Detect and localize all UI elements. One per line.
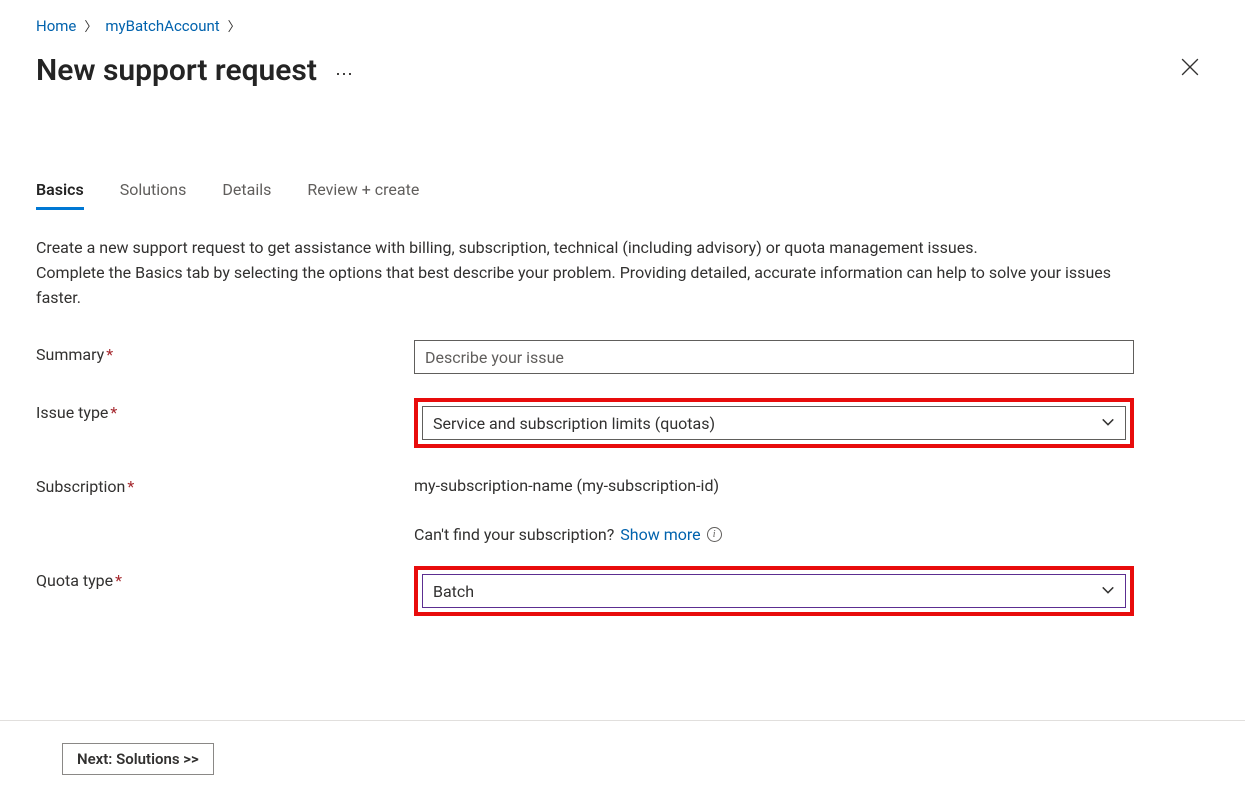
- issue-type-highlight: Service and subscription limits (quotas): [414, 398, 1134, 448]
- issue-type-label-text: Issue type: [36, 403, 108, 422]
- required-asterisk: *: [125, 477, 134, 496]
- subscription-value: my-subscription-name (my-subscription-id…: [414, 472, 1134, 495]
- intro-line2: Complete the Basics tab by selecting the…: [36, 263, 1111, 307]
- issue-type-value: Service and subscription limits (quotas): [433, 414, 715, 433]
- footer: Next: Solutions >>: [0, 720, 1245, 797]
- info-icon[interactable]: i: [707, 527, 722, 542]
- quota-type-highlight: Batch: [414, 566, 1134, 616]
- required-asterisk: *: [104, 345, 113, 364]
- page-title: New support request: [36, 53, 317, 88]
- quota-type-label-text: Quota type: [36, 571, 113, 590]
- intro-line1: Create a new support request to get assi…: [36, 238, 978, 257]
- subscription-hint-text: Can't find your subscription?: [414, 525, 614, 544]
- issue-type-label: Issue type*: [36, 398, 414, 422]
- required-asterisk: *: [113, 571, 122, 590]
- subscription-label-text: Subscription: [36, 477, 125, 496]
- summary-input[interactable]: [414, 340, 1134, 374]
- chevron-right-icon: 〉: [84, 16, 97, 35]
- intro-text: Create a new support request to get assi…: [36, 236, 1136, 310]
- show-more-link[interactable]: Show more: [620, 525, 700, 544]
- chevron-down-icon: [1101, 582, 1115, 601]
- quota-type-value: Batch: [433, 582, 474, 601]
- chevron-down-icon: [1101, 414, 1115, 433]
- quota-type-select[interactable]: Batch: [422, 574, 1126, 608]
- more-actions-icon[interactable]: ⋯: [335, 64, 355, 87]
- next-button[interactable]: Next: Solutions >>: [62, 743, 214, 775]
- tab-review-create[interactable]: Review + create: [307, 180, 419, 210]
- tab-solutions[interactable]: Solutions: [120, 180, 187, 210]
- breadcrumb: Home 〉 myBatchAccount 〉: [36, 12, 1209, 35]
- breadcrumb-home[interactable]: Home: [36, 17, 76, 35]
- summary-label-text: Summary: [36, 345, 104, 364]
- close-icon[interactable]: [1181, 58, 1201, 78]
- quota-type-label: Quota type*: [36, 566, 414, 590]
- breadcrumb-account[interactable]: myBatchAccount: [105, 17, 219, 35]
- tab-details[interactable]: Details: [222, 180, 271, 210]
- chevron-right-icon: 〉: [228, 16, 241, 35]
- summary-label: Summary*: [36, 340, 414, 364]
- tab-basics[interactable]: Basics: [36, 180, 84, 210]
- required-asterisk: *: [108, 403, 117, 422]
- subscription-label: Subscription*: [36, 472, 414, 496]
- tabs: Basics Solutions Details Review + create: [36, 180, 1209, 210]
- issue-type-select[interactable]: Service and subscription limits (quotas): [422, 406, 1126, 440]
